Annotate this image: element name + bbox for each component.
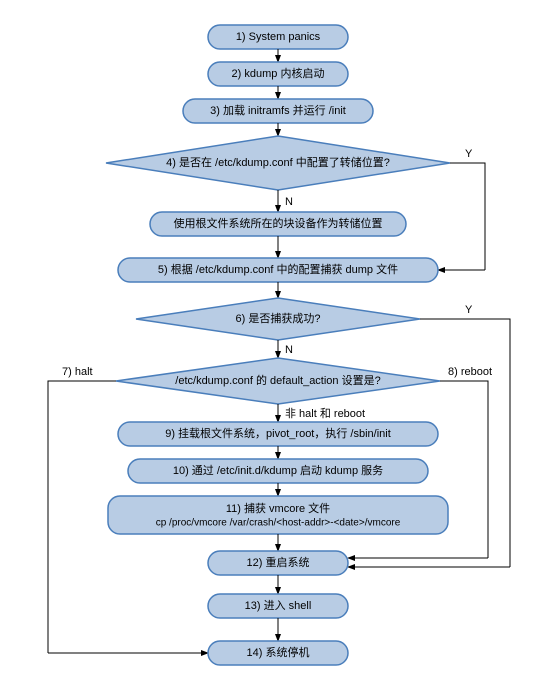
edge-label-y1: Y: [465, 148, 473, 160]
node-11-text: 11) 捕获 vmcore 文件: [226, 501, 330, 515]
edge-label-halt: 7) halt: [62, 366, 93, 378]
node-3-text: 3) 加载 initramfs 并运行 /init: [210, 103, 346, 117]
node-12-text: 12) 重启系统: [247, 555, 310, 569]
flowchart: 1) System panics 2) kdump 内核启动 3) 加载 ini…: [0, 0, 554, 690]
node-4b-text: 使用根文件系统所在的块设备作为转储位置: [174, 216, 383, 230]
node-10-text: 10) 通过 /etc/init.d/kdump 启动 kdump 服务: [173, 464, 383, 477]
node-13-text: 13) 进入 shell: [245, 599, 312, 612]
edge-label-n2: N: [285, 344, 293, 356]
edge-label-n1: N: [285, 196, 293, 208]
node-4-text: 4) 是否在 /etc/kdump.conf 中配置了转储位置?: [166, 155, 390, 169]
node-6-text: 6) 是否捕获成功?: [236, 311, 321, 325]
node-1-text: 1) System panics: [236, 31, 321, 43]
node-14-text: 14) 系统停机: [247, 645, 310, 659]
edge-label-y2: Y: [465, 304, 473, 316]
edge-label-neither: 非 halt 和 reboot: [285, 407, 365, 420]
node-7-text: /etc/kdump.conf 的 default_action 设置是?: [175, 373, 380, 387]
node-5-text: 5) 根据 /etc/kdump.conf 中的配置捕获 dump 文件: [158, 262, 398, 276]
edge-label-reboot: 8) reboot: [448, 366, 492, 378]
node-11b-text: cp /proc/vmcore /var/crash/<host-addr>-<…: [156, 518, 401, 529]
node-9-text: 9) 挂载根文件系统，pivot_root，执行 /sbin/init: [165, 426, 391, 440]
node-2-text: 2) kdump 内核启动: [232, 66, 325, 80]
